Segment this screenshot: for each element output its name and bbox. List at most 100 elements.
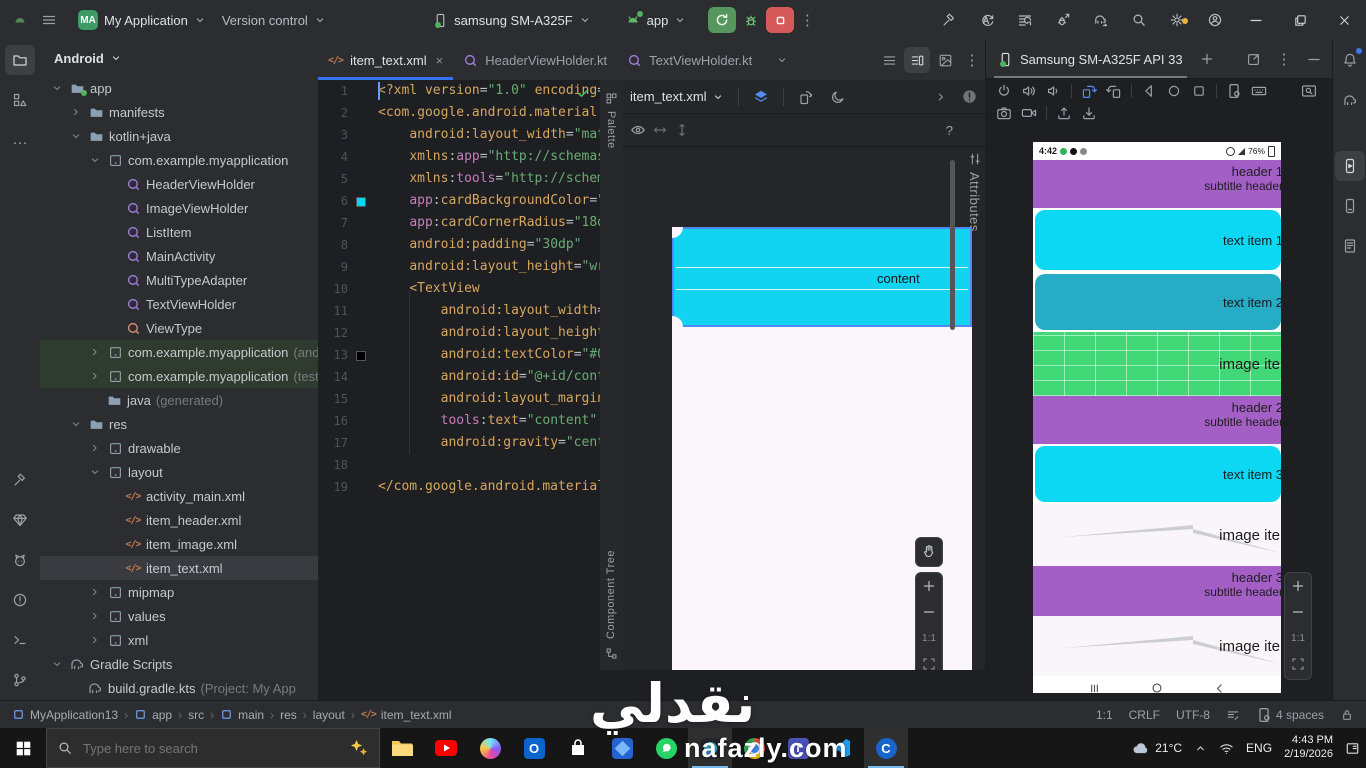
notifications-button[interactable] [1335,45,1365,75]
readonly-lock-icon[interactable] [1340,708,1354,722]
palette-tab[interactable]: Palette [605,111,617,149]
breadcrumb-item[interactable]: MyApplication13 [12,708,118,722]
home-nav-icon[interactable] [1150,681,1164,693]
chevron-right-icon[interactable] [88,586,102,598]
night-mode-button[interactable] [830,89,846,105]
panel-options-button[interactable]: ⋮ [1273,50,1295,68]
build-tool-button[interactable] [5,465,35,495]
line-separator-widget[interactable]: CRLF [1129,708,1160,722]
code-line[interactable]: 14 android:id="@+id/content" [318,366,600,388]
code-line[interactable]: 10 <TextView [318,278,600,300]
more-run-options-button[interactable]: ⋮ [794,11,820,29]
code-line[interactable]: 4 xmlns:app="http://schemas.android.com/… [318,146,600,168]
list-item-image-broken[interactable]: image item 3 [1033,616,1281,676]
chevron-right-icon[interactable] [88,370,102,382]
code-line[interactable]: 17 android:gravity="center" [318,432,600,454]
run-config-selector[interactable]: app [617,8,695,32]
attributes-tab[interactable]: Attributes [967,172,982,232]
toolbar-overflow-chevron[interactable] [934,90,948,104]
breadcrumb-item[interactable]: app [134,708,172,722]
rerun-button[interactable] [708,7,736,33]
keyboard-input-button[interactable] [1251,83,1267,99]
tree-item[interactable]: xml [40,628,318,652]
help-button[interactable]: ? [946,123,953,138]
design-vscrollbar[interactable] [950,160,955,330]
taskbar-app-youtube[interactable] [424,728,468,768]
breadcrumb-item[interactable]: </>item_text.xml [361,708,452,722]
editor-more-button[interactable]: ⋮ [959,51,985,69]
tree-item[interactable]: drawable [40,436,318,460]
component-tree-tab[interactable]: Component Tree [605,550,617,639]
issue-badge[interactable] [962,89,977,104]
chevron-right-icon[interactable] [69,106,83,118]
attach-debugger-button[interactable] [1044,12,1082,28]
volume-up-button[interactable] [1021,83,1037,99]
tab-item_text.xml[interactable]: </>item_text.xml× [318,40,453,80]
tree-item[interactable]: mipmap [40,580,318,604]
design-surface-selector[interactable] [753,89,769,105]
code-line[interactable]: 19</com.google.android.material.card.Mat… [318,476,600,498]
inlay-hints-icon[interactable] [1226,708,1240,722]
design-view-button[interactable] [932,47,958,73]
zoom-out-button[interactable] [1285,599,1311,625]
project-tool-button[interactable] [5,45,35,75]
zoom-1to1-button[interactable]: 1:1 [916,625,942,651]
breadcrumb-item[interactable]: main [220,708,264,722]
zoom-in-button[interactable] [916,573,942,599]
code-line[interactable]: 18 [318,454,600,476]
tree-item[interactable]: MainActivity [40,244,318,268]
code-editor[interactable]: 1<?xml version="1.0" encoding="utf-8"?>2… [318,80,600,670]
search-input[interactable] [81,740,285,757]
settings-button[interactable] [1158,12,1196,28]
zoom-1to1-button[interactable]: 1:1 [1285,625,1311,651]
apply-code-changes-button[interactable] [1006,12,1044,28]
clock-widget[interactable]: 4:43 PM2/19/2026 [1284,734,1333,762]
tree-item[interactable]: com.example.myapplication [40,148,318,172]
taskbar-app-copilot[interactable] [468,728,512,768]
power-button[interactable] [996,83,1012,99]
project-view-title[interactable]: Android [54,51,104,66]
tree-item[interactable]: </>item_header.xml [40,508,318,532]
chevron-down-icon[interactable] [88,154,102,166]
zoom-out-button[interactable] [916,599,942,625]
tree-item[interactable]: kotlin+java [40,124,318,148]
tree-item[interactable]: com.example.myapplication (test) [40,364,318,388]
tree-item[interactable]: manifests [40,100,318,124]
screen-search-button[interactable] [1301,83,1317,99]
zoom-in-button[interactable] [1285,573,1311,599]
weather-widget[interactable]: 21°C [1132,739,1182,757]
horizontal-arrow-icon[interactable] [652,122,668,138]
device-selector[interactable]: samsung SM-A325F [425,9,599,32]
color-swatch[interactable] [356,197,366,207]
breadcrumb-item[interactable]: src [188,708,204,722]
tab-HeaderViewHolder.kt[interactable]: HeaderViewHolder.kt [453,40,617,80]
vertical-arrow-icon[interactable] [674,122,690,138]
logcat-tool-button[interactable] [5,545,35,575]
orientation-button[interactable] [798,89,814,105]
rotate-right-button[interactable] [1106,83,1122,99]
code-line[interactable]: 16 tools:text="content" [318,410,600,432]
start-button[interactable] [0,728,46,768]
tree-item[interactable]: </>activity_main.xml [40,484,318,508]
code-line[interactable]: 11 android:layout_width="match_parent" [318,300,600,322]
code-view-button[interactable] [876,47,902,73]
network-icon[interactable] [1219,741,1234,756]
input-language-button[interactable]: ENG [1246,741,1272,755]
window-restore-button[interactable] [1278,0,1322,40]
breadcrumb-item[interactable]: layout [313,708,345,722]
taskbar-app-c-app[interactable]: C [864,728,908,768]
hide-panel-button[interactable] [1303,51,1325,67]
project-selector[interactable]: MAMy Application [70,6,214,34]
main-menu-button[interactable] [34,5,64,35]
window-minimize-button[interactable] [1234,0,1278,40]
inspection-ok-icon[interactable] [576,86,590,103]
window-close-button[interactable] [1322,0,1366,40]
rotate-left-button[interactable] [1081,83,1097,99]
code-line[interactable]: 6 app:cardBackgroundColor="#00D9F3" [318,190,600,212]
version-control-tool-button[interactable] [5,665,35,695]
code-line[interactable]: 9 android:layout_height="wrap_content"> [318,256,600,278]
screen-record-button[interactable] [1021,105,1037,121]
tree-item[interactable]: MultiTypeAdapter [40,268,318,292]
device-screen[interactable]: 4:42 76% header 1subtitle header 1text i… [1033,142,1281,693]
list-item-header[interactable]: header 2subtitle header 2 [1033,396,1281,444]
